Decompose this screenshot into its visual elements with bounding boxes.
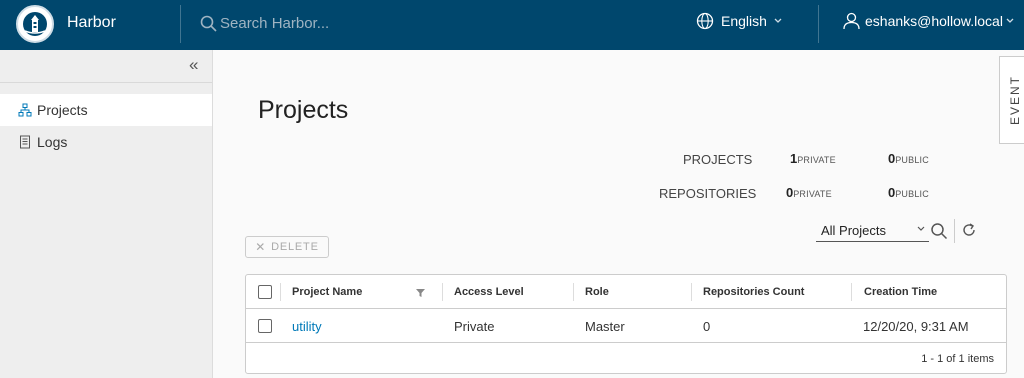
column-divider <box>573 283 574 301</box>
chevron-down-icon <box>917 226 925 231</box>
projects-private-count: 1PRIVATE <box>790 151 836 166</box>
chevron-down-icon <box>1006 18 1014 23</box>
column-divider <box>691 283 692 301</box>
user-menu[interactable]: eshanks@hollow.local <box>843 12 1014 30</box>
repositories-count-cell: 0 <box>703 318 711 334</box>
column-header-creation-time[interactable]: Creation Time <box>864 275 937 309</box>
sidebar-collapse-row: « <box>0 50 212 83</box>
refresh-icon[interactable] <box>961 222 977 238</box>
sidebar-item-logs[interactable]: Logs <box>0 126 212 158</box>
access-level-cell: Private <box>454 318 495 334</box>
logs-icon <box>18 135 32 149</box>
collapse-sidebar-icon[interactable]: « <box>189 56 198 73</box>
select-all-checkbox[interactable] <box>258 285 272 299</box>
project-filter-select[interactable]: All Projects <box>816 220 929 242</box>
column-header-repositories-count[interactable]: Repositories Count <box>703 275 804 309</box>
chevron-down-icon <box>774 18 782 23</box>
project-name-cell: utility <box>292 309 322 343</box>
table-row[interactable]: utility Private Master 0 12/20/20, 9:31 … <box>246 309 1006 343</box>
brand-name[interactable]: Harbor <box>67 14 116 32</box>
column-divider <box>280 283 281 301</box>
user-icon <box>843 12 860 30</box>
delete-button-label: DELETE <box>271 241 319 253</box>
project-link[interactable]: utility <box>292 319 322 334</box>
filter-selected-value: All Projects <box>821 223 887 238</box>
projects-public-count: 0PUBLIC <box>888 151 929 166</box>
language-selector[interactable]: English <box>696 12 782 30</box>
column-header-role[interactable]: Role <box>585 275 609 309</box>
projects-summary-label: PROJECTS <box>683 152 753 167</box>
column-divider <box>442 283 443 301</box>
global-search[interactable]: Search Harbor... <box>200 11 329 35</box>
creation-time-cell: 12/20/20, 9:31 AM <box>863 318 969 334</box>
repositories-summary-label: REPOSITORIES <box>659 186 757 201</box>
globe-icon <box>696 12 714 30</box>
column-divider <box>851 283 852 301</box>
column-header-access-level[interactable]: Access Level <box>454 275 524 309</box>
pagination-summary: 1 - 1 of 1 items <box>921 353 994 365</box>
sidebar-item-label: Projects <box>37 102 88 118</box>
column-header-project-name[interactable]: Project Name <box>292 275 362 309</box>
table-header: Project Name Access Level Role Repositor… <box>246 275 1006 309</box>
event-tab-label: EVENT <box>1007 74 1022 126</box>
header-divider <box>180 5 181 43</box>
search-icon <box>200 15 217 32</box>
delete-button[interactable]: ✕ DELETE <box>245 236 329 258</box>
sidebar-item-projects[interactable]: Projects <box>0 94 212 126</box>
top-header: Harbor Search Harbor... English eshanks@… <box>0 0 1024 50</box>
role-cell: Master <box>585 318 625 334</box>
search-icon[interactable] <box>930 222 948 240</box>
projects-table: Project Name Access Level Role Repositor… <box>245 274 1007 374</box>
repos-public-count: 0PUBLIC <box>888 185 929 200</box>
sidebar: « Projects Logs <box>0 50 213 378</box>
lighthouse-icon <box>23 12 47 36</box>
search-input[interactable]: Search Harbor... <box>220 15 329 32</box>
language-label: English <box>721 13 767 29</box>
repos-private-count: 0PRIVATE <box>786 185 832 200</box>
sidebar-item-label: Logs <box>37 134 68 150</box>
user-name: eshanks@hollow.local <box>865 13 1003 29</box>
event-tab[interactable]: EVENT <box>999 56 1024 144</box>
filter-icon[interactable] <box>416 289 425 297</box>
row-checkbox[interactable] <box>258 319 272 333</box>
projects-icon <box>18 103 32 117</box>
page-title: Projects <box>258 96 349 124</box>
toolbar-divider <box>954 219 955 243</box>
close-icon: ✕ <box>255 240 267 254</box>
header-divider <box>818 5 819 43</box>
harbor-logo[interactable] <box>16 5 54 43</box>
